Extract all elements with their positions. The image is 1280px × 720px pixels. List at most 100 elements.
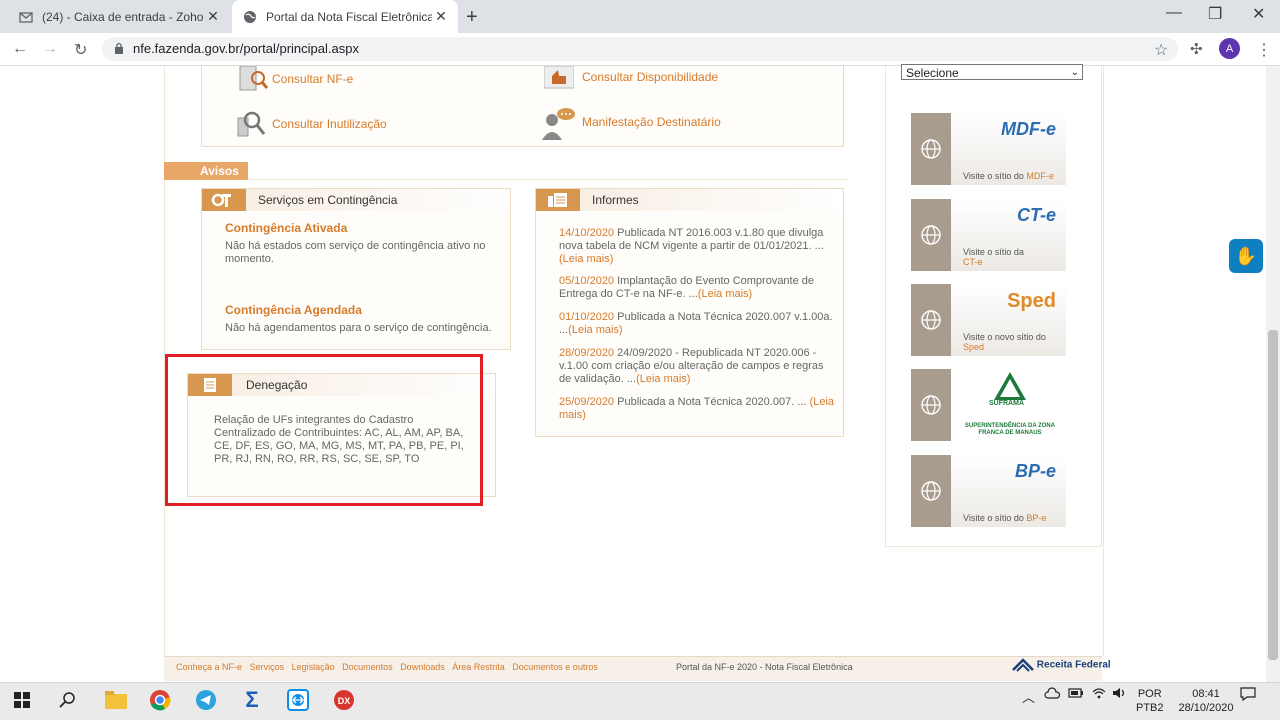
forward-button[interactable]: → — [42, 40, 58, 58]
informe-date: 14/10/2020 — [559, 227, 615, 239]
globe-icon — [911, 284, 951, 356]
language-indicator[interactable]: POR PTB2 — [1136, 687, 1164, 715]
clock-date: 28/10/2020 — [1178, 702, 1234, 714]
clock[interactable]: 08:41 28/10/2020 — [1176, 687, 1236, 715]
informe-item[interactable]: 14/10/2020 Publicada NT 2016.003 v.1.80 … — [559, 227, 834, 266]
footer-link[interactable]: Documentos e outros — [512, 662, 598, 672]
footer-link[interactable]: Área Restrita — [452, 662, 505, 672]
teamviewer-icon[interactable] — [284, 687, 312, 713]
tools-icon — [202, 189, 246, 211]
mail-icon — [18, 9, 34, 25]
lock-icon — [114, 42, 124, 57]
footer-link[interactable]: Legislação — [292, 662, 335, 672]
badge-caption: SUPERINTENDÊNCIA DA ZONA FRANCA DE MANAU… — [964, 423, 1056, 436]
reload-button[interactable]: ↻ — [74, 40, 87, 60]
chevron-up-icon[interactable]: ︿ — [1022, 687, 1035, 706]
notifications-icon[interactable] — [1240, 687, 1256, 704]
badge-mdfe[interactable]: MDF-e Visite o sítio do MDF-e — [911, 113, 1066, 185]
consultar-nfe-link[interactable]: Consultar NF-e — [272, 72, 353, 86]
bookmark-star-icon[interactable]: ☆ — [1154, 40, 1168, 60]
sigma-app-icon[interactable]: Σ — [238, 687, 266, 713]
cloud-icon[interactable] — [1044, 687, 1061, 702]
file-explorer-icon[interactable] — [102, 687, 130, 713]
badge-sped[interactable]: Sped Visite o novo sítio do Sped — [911, 284, 1066, 356]
scrollbar-thumb[interactable] — [1268, 330, 1278, 660]
tab-portal-nfe[interactable]: Portal da Nota Fiscal Eletrônica ✕ — [232, 0, 458, 33]
avisos-heading: Avisos — [164, 162, 248, 180]
maximize-button[interactable]: ❐ — [1208, 4, 1222, 24]
close-icon[interactable]: ✕ — [204, 8, 222, 25]
suframa-triangle-icon — [994, 372, 1026, 400]
badge-bpe[interactable]: BP-e Visite o sítio do BP-e — [911, 455, 1066, 527]
chrome-icon[interactable] — [146, 687, 174, 713]
accessibility-hand-icon[interactable]: ✋ — [1229, 239, 1263, 273]
search-icon[interactable] — [54, 687, 82, 713]
footer-link[interactable]: Downloads — [400, 662, 445, 672]
manifestacao-destinatario-link[interactable]: Manifestação Destinatário — [582, 115, 721, 129]
receita-federal-logo: Receita Federal — [1012, 658, 1111, 672]
badge-logo: Sped — [1007, 290, 1056, 312]
tab-label: Portal da Nota Fiscal Eletrônica — [266, 9, 432, 24]
windows-start-icon[interactable] — [8, 687, 36, 713]
clock-time: 08:41 — [1192, 688, 1220, 700]
footer-link[interactable]: Conheça a NF-e — [176, 662, 242, 672]
profile-avatar[interactable]: A — [1219, 38, 1240, 59]
contingencia-panel: Serviços em Contingência Contingência At… — [201, 188, 511, 350]
extensions-icon[interactable]: ✣ — [1190, 40, 1203, 58]
badge-logo: SUFRAMA — [989, 400, 1024, 407]
badge-cte[interactable]: CT-e Visite o sítio da CT-e — [911, 199, 1066, 271]
footer-link[interactable]: Serviços — [250, 662, 285, 672]
close-icon[interactable]: ✕ — [432, 8, 450, 25]
tab-zoho-mail[interactable]: (24) - Caixa de entrada - Zoho M ✕ — [8, 0, 230, 33]
read-more-link[interactable]: (Leia mais) — [559, 253, 613, 265]
highlight-box — [165, 354, 483, 506]
read-more-link[interactable]: (Leia mais) — [568, 324, 622, 336]
volume-icon[interactable] — [1112, 687, 1128, 702]
read-more-link[interactable]: (Leia mais) — [698, 288, 752, 300]
back-button[interactable]: ← — [12, 40, 28, 58]
read-more-link[interactable]: (Leia mais) — [636, 373, 690, 385]
globe-icon — [911, 113, 951, 185]
tab-label: (24) - Caixa de entrada - Zoho M — [42, 9, 204, 24]
globe-icon — [911, 199, 951, 271]
telegram-icon[interactable] — [192, 687, 220, 713]
news-icon — [536, 189, 580, 211]
minimize-button[interactable]: — — [1166, 4, 1182, 22]
battery-icon[interactable] — [1068, 687, 1084, 702]
badge-suframa[interactable]: SUFRAMA SUPERINTENDÊNCIA DA ZONA FRANCA … — [911, 369, 1066, 441]
rf-emblem-icon — [1012, 658, 1034, 672]
globe-icon — [911, 455, 951, 527]
dx-app-icon[interactable]: DX — [330, 687, 358, 713]
badge-logo: CT-e — [1016, 205, 1056, 225]
informe-item[interactable]: 28/09/2020 24/09/2020 - Republicada NT 2… — [559, 347, 834, 386]
informe-item[interactable]: 01/10/2020 Publicada a Nota Técnica 2020… — [559, 311, 834, 337]
panel-title: Informes — [592, 193, 639, 207]
url-text: nfe.fazenda.gov.br/portal/principal.aspx — [133, 41, 359, 56]
contingencia-ativada-title: Contingência Ativada — [225, 221, 348, 235]
magnifier-icon — [236, 110, 266, 143]
footer-link[interactable]: Documentos — [342, 662, 393, 672]
informe-date: 25/09/2020 — [559, 396, 615, 408]
user-speech-icon — [540, 106, 576, 145]
informes-panel: Informes 14/10/2020 Publicada NT 2016.00… — [535, 188, 844, 437]
contingencia-agendada-text: Não há agendamentos para o serviço de co… — [225, 322, 492, 334]
badge-logo: BP-e — [1014, 461, 1056, 481]
informe-item[interactable]: 05/10/2020 Implantação do Evento Comprov… — [559, 275, 834, 301]
informe-item[interactable]: 25/09/2020 Publicada a Nota Técnica 2020… — [559, 396, 834, 422]
consultar-inutilizacao-link[interactable]: Consultar Inutilização — [272, 117, 387, 131]
close-window-button[interactable]: ✕ — [1252, 4, 1265, 24]
informe-date: 01/10/2020 — [559, 311, 615, 323]
rf-text: Receita Federal — [1036, 659, 1111, 671]
new-tab-button[interactable]: + — [466, 6, 478, 29]
badge-logo: MDF-e — [1001, 119, 1056, 139]
informe-date: 28/09/2020 — [559, 347, 615, 359]
panel-header: Informes — [536, 189, 843, 211]
thumbs-up-icon — [543, 65, 575, 95]
informe-text: Publicada a Nota Técnica 2020.007. ... — [614, 396, 810, 408]
consultar-disponibilidade-link[interactable]: Consultar Disponibilidade — [582, 70, 718, 84]
menu-icon[interactable]: ⋮ — [1256, 40, 1272, 60]
wifi-icon[interactable] — [1092, 687, 1106, 702]
badge-caption: Visite o sítio da CT-e — [963, 247, 1024, 267]
globe-icon — [911, 369, 951, 441]
state-select[interactable]: Selecione ⌄ — [901, 64, 1083, 80]
